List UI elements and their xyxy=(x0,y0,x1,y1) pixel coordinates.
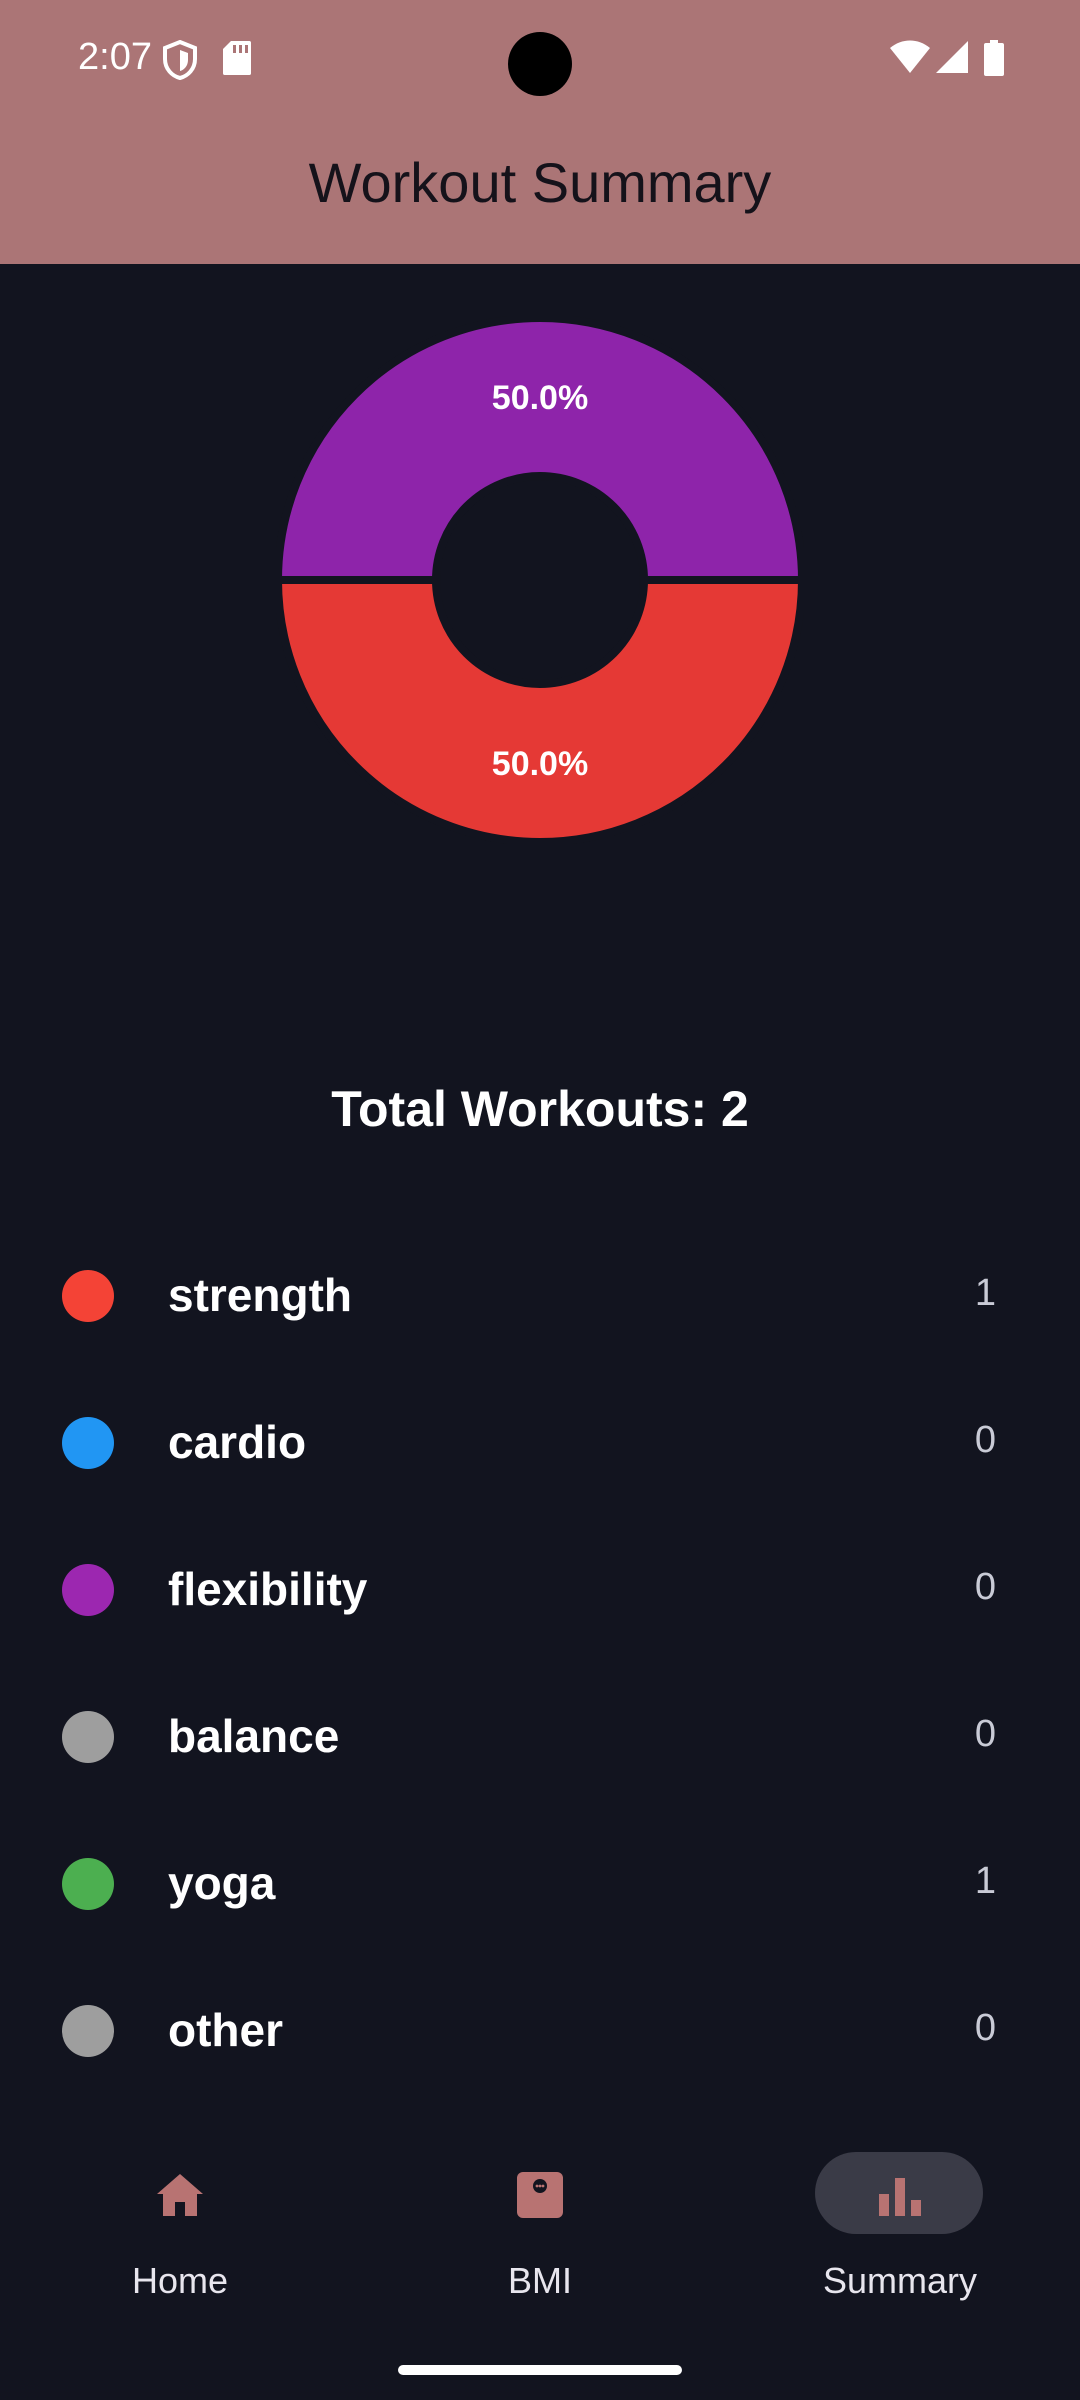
sd-card-icon xyxy=(222,40,252,81)
wifi-icon xyxy=(890,40,930,79)
camera-cutout xyxy=(508,32,572,96)
slice-label-flexibility: 50.0% xyxy=(492,379,588,417)
category-name: flexibility xyxy=(168,1563,368,1615)
nav-item-bmi[interactable]: BMI xyxy=(360,2120,720,2301)
category-name: strength xyxy=(168,1269,352,1321)
shield-icon xyxy=(162,39,198,85)
home-indicator[interactable] xyxy=(398,2365,682,2375)
page-title: Workout Summary xyxy=(308,151,772,214)
home-icon xyxy=(155,2170,205,2220)
slice-strength[interactable] xyxy=(276,576,804,844)
category-name: cardio xyxy=(168,1416,307,1468)
slice-label-strength: 50.0% xyxy=(492,745,588,783)
donut-chart: 50.0% 50.0% xyxy=(276,316,804,844)
donut-chart-svg: 50.0% 50.0% xyxy=(276,316,804,844)
color-dot xyxy=(62,1564,114,1616)
color-dot xyxy=(62,2005,114,2057)
category-count: 0 xyxy=(974,2007,996,2049)
battery-icon xyxy=(984,40,1004,81)
list-item-balance[interactable]: balance 0 xyxy=(0,1661,1080,1808)
color-dot xyxy=(62,1417,114,1469)
category-count: 0 xyxy=(974,1419,996,1461)
screen: 2:07 Workout Summary 50.0% 50.0% Total W… xyxy=(0,0,1080,2400)
nav-label: Home xyxy=(131,2260,229,2301)
list-item-yoga[interactable]: yoga 1 xyxy=(0,1808,1080,1955)
category-name: other xyxy=(168,2004,283,2056)
signal-icon xyxy=(936,40,968,79)
bottom-navigation: Home BMI Summary xyxy=(0,2090,1080,2400)
category-count: 1 xyxy=(974,1272,996,1314)
list-item-flexibility[interactable]: flexibility 0 xyxy=(0,1514,1080,1661)
list-item-other[interactable]: other 0 xyxy=(0,1955,1080,2102)
nav-item-home[interactable]: Home xyxy=(0,2120,360,2301)
nav-label: Summary xyxy=(822,2260,978,2301)
scale-icon xyxy=(515,2170,565,2220)
status-bar: 2:07 xyxy=(0,0,1080,120)
category-count: 0 xyxy=(974,1713,996,1755)
app-bar: 2:07 Workout Summary xyxy=(0,0,1080,264)
color-dot xyxy=(62,1270,114,1322)
category-list: strength 1 cardio 0 flexibility 0 balanc… xyxy=(0,1220,1080,2102)
list-item-cardio[interactable]: cardio 0 xyxy=(0,1367,1080,1514)
nav-item-summary[interactable]: Summary xyxy=(720,2120,1080,2301)
category-name: balance xyxy=(168,1710,340,1762)
nav-label: BMI xyxy=(507,2260,572,2301)
category-count: 0 xyxy=(974,1566,996,1608)
total-workouts: Total Workouts: 2 xyxy=(331,1081,749,1137)
bar-chart-icon xyxy=(875,2170,925,2220)
status-time: 2:07 xyxy=(78,36,152,78)
color-dot xyxy=(62,1711,114,1763)
color-dot xyxy=(62,1858,114,1910)
category-name: yoga xyxy=(168,1857,276,1909)
slice-flexibility[interactable] xyxy=(276,316,804,584)
list-item-strength[interactable]: strength 1 xyxy=(0,1220,1080,1367)
category-count: 1 xyxy=(974,1860,996,1902)
